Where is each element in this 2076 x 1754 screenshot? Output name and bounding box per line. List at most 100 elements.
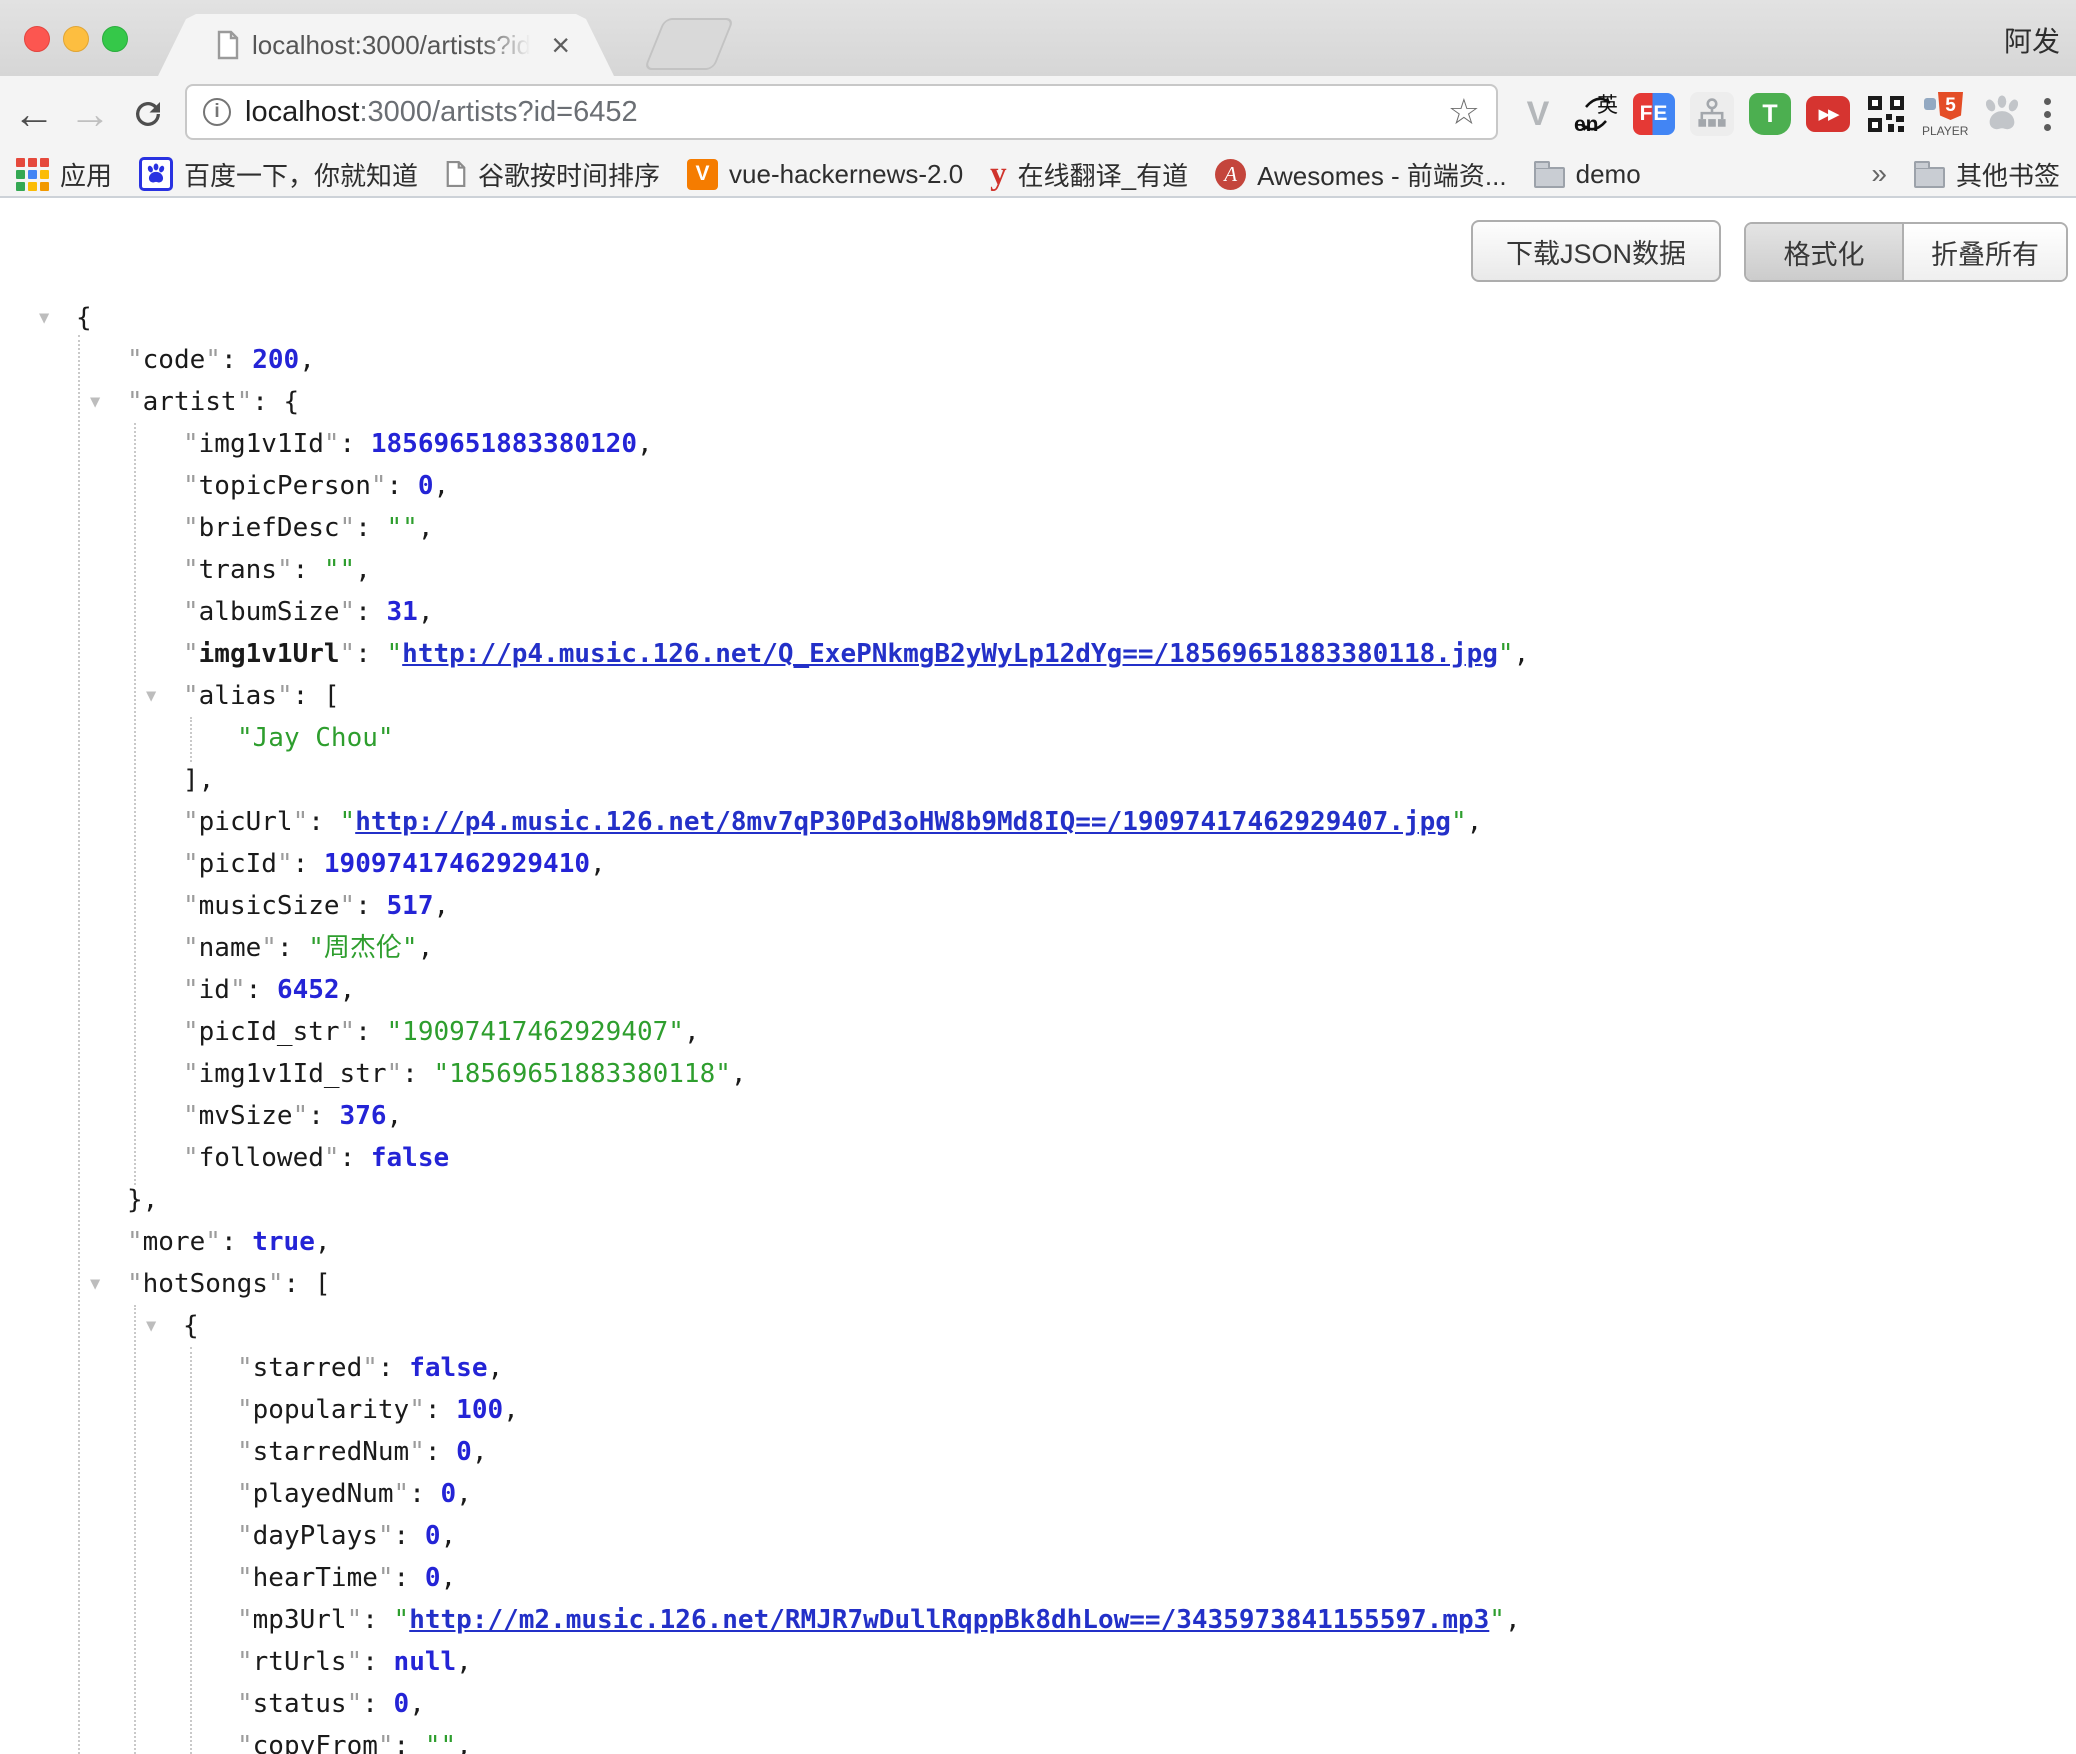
folder-icon [1914,167,1945,188]
bookmark-youdao[interactable]: y 在线翻译_有道 [990,156,1188,193]
json-key: alias [199,681,277,711]
bookmark-label: 在线翻译_有道 [1018,156,1188,193]
tab-close-icon[interactable]: × [551,29,570,61]
json-key: mvSize [199,1101,293,1131]
json-row: ▼"alias": [ [0,675,2076,717]
bookmark-demo-folder[interactable]: demo [1534,159,1641,190]
json-link[interactable]: http://p4.music.126.net/Q_ExePNkmgB2yWyL… [402,639,1498,669]
qr-code-icon[interactable] [1864,90,1908,138]
bookmark-baidu[interactable]: 百度一下，你就知道 [139,156,418,193]
sitemap-extension-icon[interactable] [1690,90,1734,138]
json-row-selected[interactable]: "img1v1Url": "http://p4.music.126.net/Q_… [0,633,2076,675]
page-content: 下载JSON数据 格式化 折叠所有 ▼{"code": 200,▼"artist… [0,198,2076,1754]
json-row: "playedNum": 0, [0,1473,2076,1515]
collapse-triangle-icon[interactable]: ▼ [146,1305,156,1347]
json-key: starredNum [253,1437,410,1467]
json-row: "mp3Url": "http://m2.music.126.net/RMJR7… [0,1599,2076,1641]
bookmarks-bar: 应用 百度一下，你就知道 谷歌按时间排序 V vue-hackernews-2.… [0,152,2076,198]
video-downloader-icon[interactable]: ▶▶ [1806,90,1850,138]
window-close-button[interactable] [24,26,50,52]
json-key: copyFrom [253,1731,378,1754]
json-key: briefDesc [199,513,340,543]
json-link[interactable]: http://p4.music.126.net/8mv7qP30Pd3oHW8b… [355,807,1451,837]
format-button[interactable]: 格式化 [1746,224,1904,280]
view-mode-toggle: 格式化 折叠所有 [1744,222,2068,282]
paw-icon [1981,95,2023,133]
translate-glyphs: 英 en [1574,91,1618,137]
json-key: img1v1Id [199,429,324,459]
back-button[interactable]: ← [10,76,58,152]
page-info-icon[interactable]: i [203,98,231,126]
json-key: followed [199,1143,324,1173]
json-row: "albumSize": 31, [0,591,2076,633]
json-row: "img1v1Id": 18569651883380120, [0,423,2076,465]
json-row: ▼{ [0,1305,2076,1347]
reload-button[interactable] [124,76,172,152]
json-row: ], [0,759,2076,801]
html5-shield: 5 [1938,92,1963,120]
json-link[interactable]: http://m2.music.126.net/RMJR7wDullRqppBk… [409,1605,1489,1635]
json-tree: ▼{"code": 200,▼"artist": {"img1v1Id": 18… [0,297,2076,1754]
bookmark-vue-hackernews[interactable]: V vue-hackernews-2.0 [687,159,963,190]
url-text: localhost:3000/artists?id=6452 [245,96,638,129]
json-row: ▼{ [0,297,2076,339]
browser-tab[interactable]: localhost:3000/artists?id=645 × [158,14,614,76]
json-row: "rtUrls": null, [0,1641,2076,1683]
json-row: "hearTime": 0, [0,1557,2076,1599]
json-key: musicSize [199,891,340,921]
translate-cn-glyph: 英 [1597,89,1618,119]
bookmark-star-icon[interactable]: ☆ [1448,94,1480,130]
json-key: status [253,1689,347,1719]
tampermonkey-letter: T [1749,93,1791,135]
window-zoom-button[interactable] [102,26,128,52]
url-host: localhost [245,96,359,128]
bookmark-label: 应用 [60,156,112,193]
page-icon [216,30,240,60]
other-bookmarks-label: 其他书签 [1956,156,2060,193]
bookmark-awesomes[interactable]: A Awesomes - 前端资... [1215,156,1506,193]
json-row: ▼"hotSongs": [ [0,1263,2076,1305]
tampermonkey-icon[interactable]: T [1748,90,1792,138]
json-row: "picId_str": "19097417462929407", [0,1011,2076,1053]
html5-player-icon[interactable]: 5 PLAYER [1922,90,1966,138]
forward-button: → [66,76,114,152]
paw-extension-icon[interactable] [1980,90,2024,138]
json-key: playedNum [253,1479,394,1509]
address-bar[interactable]: i localhost:3000/artists?id=6452 ☆ [185,84,1498,140]
chrome-menu-button[interactable] [2030,76,2064,152]
bookmark-label: Awesomes - 前端资... [1257,156,1506,193]
collapse-triangle-icon[interactable]: ▼ [90,381,100,423]
bookmark-apps[interactable]: 应用 [16,156,112,193]
collapse-all-button[interactable]: 折叠所有 [1904,224,2066,280]
fe-extension-icon[interactable]: FE [1632,90,1676,138]
download-json-button[interactable]: 下载JSON数据 [1471,220,1721,282]
profile-name[interactable]: 阿发 [2004,20,2060,60]
json-row: "img1v1Id_str": "18569651883380118", [0,1053,2076,1095]
player-label: PLAYER [1922,124,1966,138]
window-minimize-button[interactable] [63,26,89,52]
json-key: picId_str [199,1017,340,1047]
json-key: picUrl [199,807,293,837]
other-bookmarks[interactable]: 其他书签 [1914,156,2060,193]
bookmark-google-sorted[interactable]: 谷歌按时间排序 [445,156,660,193]
vue-devtools-icon[interactable]: V [1516,90,1560,138]
bookmarks-overflow-chevron[interactable]: » [1871,158,1887,190]
json-key: mp3Url [253,1605,347,1635]
json-key: popularity [253,1395,410,1425]
collapse-triangle-icon[interactable]: ▼ [90,1263,100,1305]
translate-extension-icon[interactable]: 英 en [1574,90,1618,138]
new-tab-button[interactable] [643,18,734,70]
sitemap-glyph [1690,92,1734,136]
json-row: "code": 200, [0,339,2076,381]
folder-icon [1534,167,1565,188]
json-key: albumSize [199,597,340,627]
json-row: "copyFrom": "", [0,1725,2076,1754]
collapse-triangle-icon[interactable]: ▼ [39,297,49,339]
json-key: trans [199,555,277,585]
extension-icons: V 英 en FE T ▶▶ [1516,76,2024,152]
json-key: more [143,1227,206,1257]
json-row: "dayPlays": 0, [0,1515,2076,1557]
collapse-triangle-icon[interactable]: ▼ [146,675,156,717]
fast-forward-glyph: ▶▶ [1806,96,1850,132]
json-key: dayPlays [253,1521,378,1551]
